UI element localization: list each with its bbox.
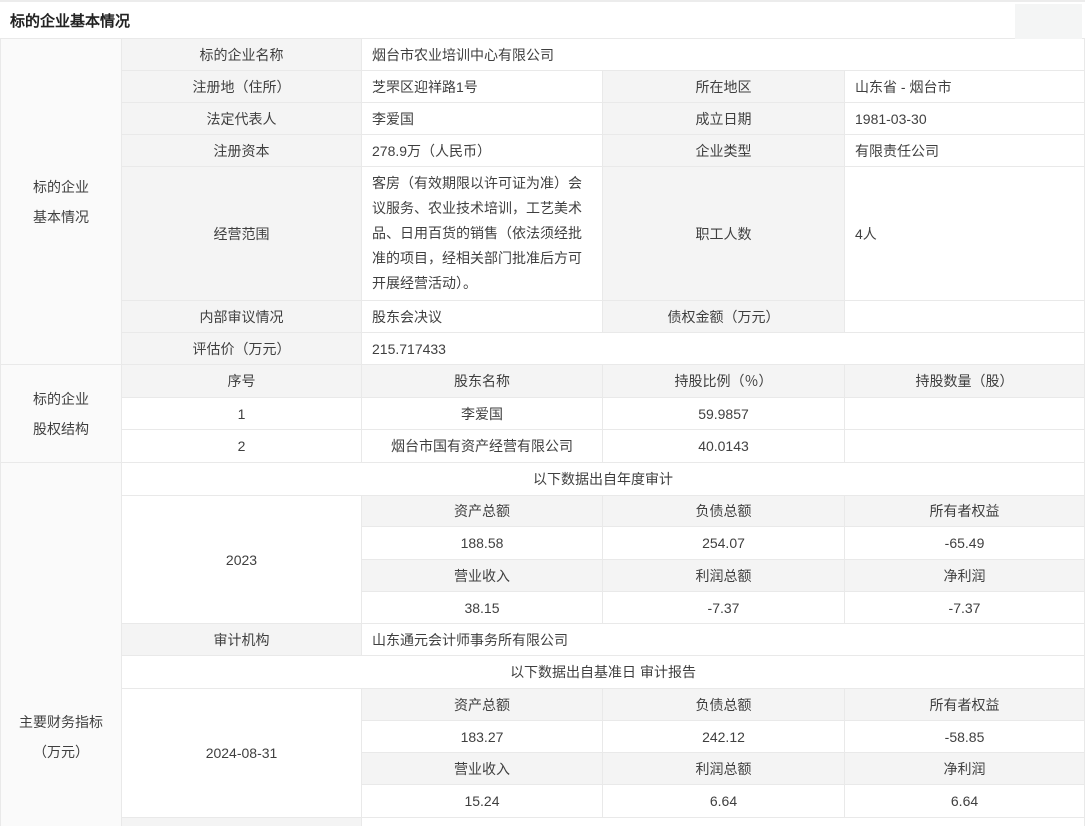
financial-baseline-subtitle: 以下数据出自基准日 审计报告 — [122, 656, 1085, 689]
section-label-financial-indicators: 主要财务指标 （万元） — [1, 463, 122, 826]
financial-header-revenue: 营业收入 — [362, 560, 603, 592]
target-company-info-panel: 标的企业基本情况 标的企业 基本情况 标的企业名称 烟台市农业培训中心有限公司 … — [0, 0, 1085, 826]
financial-value-owner-equity: -65.49 — [845, 527, 1085, 560]
field-label-creditor-amount: 债权金额（万元） — [603, 301, 845, 333]
financial-annual-audit-label: 审计机构 — [122, 624, 362, 656]
financial-value-total-liabilities: 242.12 — [603, 721, 845, 753]
financial-header-net-profit: 净利润 — [845, 753, 1085, 785]
financial-value-total-assets: 188.58 — [362, 527, 603, 560]
financial-header-owner-equity: 所有者权益 — [845, 689, 1085, 721]
equity-row-share-count — [845, 398, 1085, 430]
equity-row-index: 1 — [122, 398, 362, 430]
equity-header-shareholder-name: 股东名称 — [362, 365, 603, 398]
equity-row-ratio: 59.9857 — [603, 398, 845, 430]
company-info-table: 标的企业 基本情况 标的企业名称 烟台市农业培训中心有限公司 注册地（住所） 芝… — [0, 38, 1085, 826]
financial-annual-audit-value: 山东通元会计师事务所有限公司 — [362, 624, 1085, 656]
equity-header-share-count: 持股数量（股） — [845, 365, 1085, 398]
field-label-legal-representative: 法定代表人 — [122, 103, 362, 135]
financial-value-revenue: 15.24 — [362, 785, 603, 818]
field-value-company-name: 烟台市农业培训中心有限公司 — [362, 39, 1085, 71]
page-title: 标的企业基本情况 — [10, 10, 130, 31]
panel-header: 标的企业基本情况 — [0, 2, 1085, 38]
equity-row: 2 烟台市国有资产经营有限公司 40.0143 — [1, 430, 1085, 463]
field-label-founded-date: 成立日期 — [603, 103, 845, 135]
field-value-registered-capital: 278.9万（人民币） — [362, 135, 603, 167]
equity-row: 1 李爱国 59.9857 — [1, 398, 1085, 430]
equity-row-shareholder-name: 李爱国 — [362, 398, 603, 430]
financial-annual-subtitle: 以下数据出自年度审计 — [122, 463, 1085, 496]
field-label-registered-address: 注册地（住所） — [122, 71, 362, 103]
equity-row-index: 2 — [122, 430, 362, 463]
financial-value-revenue: 38.15 — [362, 592, 603, 624]
field-label-company-name: 标的企业名称 — [122, 39, 362, 71]
field-label-region: 所在地区 — [603, 71, 845, 103]
financial-header-total-profit: 利润总额 — [603, 560, 845, 592]
financial-header-total-liabilities: 负债总额 — [603, 496, 845, 527]
financial-value-total-liabilities: 254.07 — [603, 527, 845, 560]
field-value-region: 山东省 - 烟台市 — [845, 71, 1085, 103]
financial-value-total-profit: 6.64 — [603, 785, 845, 818]
field-value-registered-address: 芝罘区迎祥路1号 — [362, 71, 603, 103]
field-label-company-type: 企业类型 — [603, 135, 845, 167]
field-value-employee-count: 4人 — [845, 167, 1085, 301]
equity-header-index: 序号 — [122, 365, 362, 398]
financial-header-total-assets: 资产总额 — [362, 496, 603, 527]
financial-header-owner-equity: 所有者权益 — [845, 496, 1085, 527]
section-label-equity-structure: 标的企业 股权结构 — [1, 365, 122, 463]
field-value-creditor-amount — [845, 301, 1085, 333]
field-label-business-scope: 经营范围 — [122, 167, 362, 301]
financial-value-net-profit: -7.37 — [845, 592, 1085, 624]
financial-baseline-period: 2024-08-31 — [122, 689, 362, 818]
financial-value-total-assets: 183.27 — [362, 721, 603, 753]
field-value-appraisal-price: 215.717433 — [362, 333, 1085, 365]
equity-header-ratio: 持股比例（％） — [603, 365, 845, 398]
financial-baseline-audit-label: 审计机构 — [122, 818, 362, 826]
financial-header-revenue: 营业收入 — [362, 753, 603, 785]
financial-header-total-assets: 资产总额 — [362, 689, 603, 721]
field-value-internal-review: 股东会决议 — [362, 301, 603, 333]
equity-row-share-count — [845, 430, 1085, 463]
field-label-employee-count: 职工人数 — [603, 167, 845, 301]
financial-header-total-liabilities: 负债总额 — [603, 689, 845, 721]
field-label-registered-capital: 注册资本 — [122, 135, 362, 167]
equity-row-shareholder-name: 烟台市国有资产经营有限公司 — [362, 430, 603, 463]
field-value-founded-date: 1981-03-30 — [845, 103, 1085, 135]
field-label-internal-review: 内部审议情况 — [122, 301, 362, 333]
financial-value-total-profit: -7.37 — [603, 592, 845, 624]
financial-baseline-audit-value: 山东通元会计师事务所有限公司 — [362, 818, 1085, 826]
section-label-basic-info: 标的企业 基本情况 — [1, 39, 122, 365]
field-value-company-type: 有限责任公司 — [845, 135, 1085, 167]
equity-row-ratio: 40.0143 — [603, 430, 845, 463]
financial-header-total-profit: 利润总额 — [603, 753, 845, 785]
financial-value-owner-equity: -58.85 — [845, 721, 1085, 753]
field-label-appraisal-price: 评估价（万元） — [122, 333, 362, 365]
field-value-legal-representative: 李爱国 — [362, 103, 603, 135]
financial-value-net-profit: 6.64 — [845, 785, 1085, 818]
header-corner-block — [1015, 4, 1082, 39]
financial-header-net-profit: 净利润 — [845, 560, 1085, 592]
financial-annual-period: 2023 — [122, 496, 362, 624]
field-value-business-scope: 客房（有效期限以许可证为准）会议服务、农业技术培训，工艺美术品、日用百货的销售（… — [362, 167, 603, 301]
